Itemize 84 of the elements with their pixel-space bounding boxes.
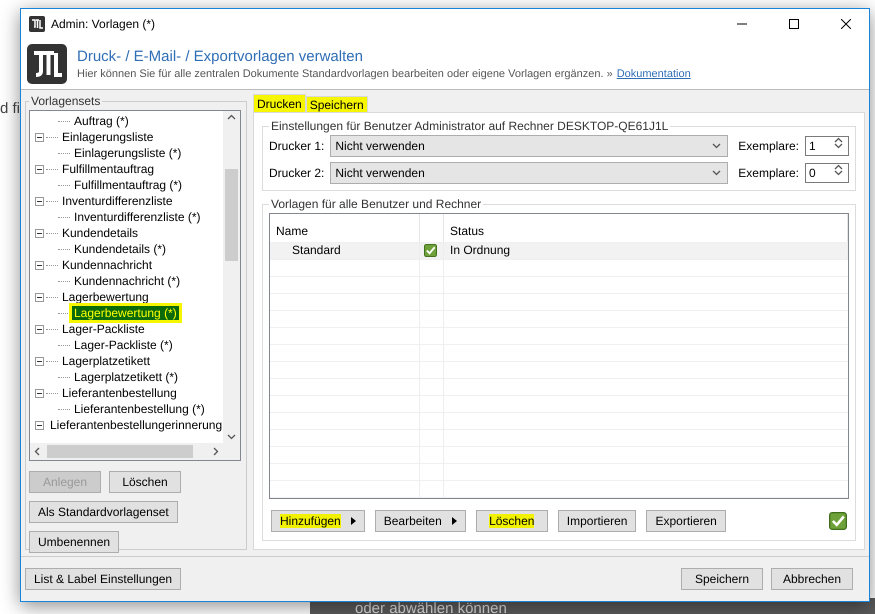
tree-item[interactable]: Lagerplatzetikett (*) [72,370,180,384]
spin-down-icon[interactable] [834,170,843,176]
collapse-icon[interactable] [35,164,44,174]
copies-spinner[interactable]: 0 [805,163,849,183]
tab[interactable]: Drucken [253,94,306,112]
set-button[interactable]: Als Standardvorlagenset [29,501,178,523]
tab[interactable]: Speichern [306,96,368,112]
printer-label: Drucker 2: [269,166,324,180]
tree-item[interactable]: Einlagerungsliste [60,130,156,144]
column-header[interactable]: Name [270,214,420,242]
copies-label: Exemplare: [738,139,799,153]
tree-item[interactable]: Kundennachricht (*) [72,274,182,288]
minimize-icon [737,23,747,25]
collapse-icon[interactable] [35,260,44,270]
copies-spinner[interactable]: 1 [805,136,849,156]
collapse-icon[interactable] [35,196,44,206]
table-cell: Standard [270,242,420,260]
group-title: Vorlagen für alle Benutzer und Rechner [270,197,482,211]
scroll-up-icon[interactable] [227,114,236,120]
collapse-icon[interactable] [35,356,44,366]
scrollbar-thumb[interactable] [225,169,238,261]
list-row[interactable]: Standard In Ordnung [270,243,848,260]
tree-item[interactable]: Lager-Packliste [60,322,147,336]
printer-dropdown[interactable]: Nicht verwenden [330,162,728,184]
copies-label: Exemplare: [738,166,799,180]
tree-item[interactable]: Auftrag (*) [72,114,131,128]
tree-item[interactable]: Lagerbewertung [60,290,151,304]
scroll-right-icon[interactable] [213,447,219,456]
tree-item[interactable]: Inventurdifferenzliste [60,194,175,208]
tree-item[interactable]: Kundennachricht [60,258,154,272]
submenu-arrow-icon [452,517,457,525]
collapse-icon[interactable] [35,292,44,302]
tree-item[interactable]: Lieferantenbestellungerinnerung [48,418,223,432]
tree-item[interactable]: Fulfillmentauftrag (*) [72,178,184,192]
scrollbar-thumb[interactable] [47,445,193,458]
header-title: Druck- / E-Mail- / Exportvorlagen verwalten [77,48,364,65]
tree-item[interactable]: Lagerbewertung (*) [72,306,179,320]
app-logo-icon [27,44,67,84]
header-description: Hier können Sie für alle zentralen Dokumente Standardvorlagen bearbeiten oder eigene Vorlagen ergänzen. » [77,68,613,80]
tree-item[interactable]: Kundendetails [60,226,140,240]
scroll-down-icon[interactable] [227,434,236,440]
group-title: Einstellungen für Benutzer Administrator auf Rechner DESKTOP-QE61J1L [270,119,670,133]
collapse-icon[interactable] [35,388,44,398]
table-cell: In Ordnung [444,242,848,260]
menu-button[interactable]: Hinzufügen [271,510,365,532]
template-button[interactable]: Löschen [476,510,548,532]
collapse-icon[interactable] [35,324,44,334]
tree-item[interactable]: Inventurdifferenzliste (*) [72,210,203,224]
app-logo-icon [29,16,45,32]
collapse-icon[interactable] [35,132,44,142]
list-label-settings-button[interactable]: List & Label Einstellungen [25,568,182,590]
footer-button[interactable]: Speichern [681,568,763,590]
tree-item[interactable]: Kundendetails (*) [72,242,168,256]
collapse-icon[interactable] [35,228,44,238]
tree-item[interactable]: Einlagerungsliste (*) [72,146,184,160]
background-text: d fi [0,100,20,117]
set-button[interactable]: Löschen [109,471,181,493]
tree-item[interactable]: Fulfillmentauftrag [60,162,156,176]
template-button[interactable]: Exportieren [646,510,726,532]
horizontal-scrollbar[interactable] [30,443,223,460]
close-icon [841,19,851,29]
tree-item[interactable]: Lieferantenbestellung [60,386,179,400]
tree-item[interactable]: Lager-Packliste (*) [72,338,175,352]
collapse-icon[interactable] [35,420,44,430]
tree-item[interactable]: Lieferantenbestellung (*) [72,402,207,416]
group-title: Vorlagensets [30,94,102,108]
maximize-icon [789,19,799,29]
printer-label: Drucker 1: [269,139,324,153]
spin-up-icon[interactable] [834,164,843,170]
scroll-left-icon[interactable] [34,447,40,456]
menu-button[interactable]: Bearbeiten [374,510,466,532]
vertical-scrollbar[interactable] [223,111,240,443]
submenu-arrow-icon [350,517,356,525]
footer-button[interactable]: Abbrechen [771,568,853,590]
column-header[interactable]: Status [444,214,848,242]
printer-dropdown[interactable]: Nicht verwenden [330,135,728,157]
spin-down-icon[interactable] [834,143,843,149]
template-button[interactable]: Importieren [558,510,636,532]
set-button[interactable]: Umbenennen [29,531,120,553]
background-text: oder abwählen können [355,600,507,614]
window-title: Admin: Vorlagen (*) [51,17,156,31]
documentation-link[interactable]: Dokumentation [616,68,691,80]
spin-up-icon[interactable] [834,137,843,143]
tree-item[interactable]: Lagerplatzetikett [60,354,152,368]
